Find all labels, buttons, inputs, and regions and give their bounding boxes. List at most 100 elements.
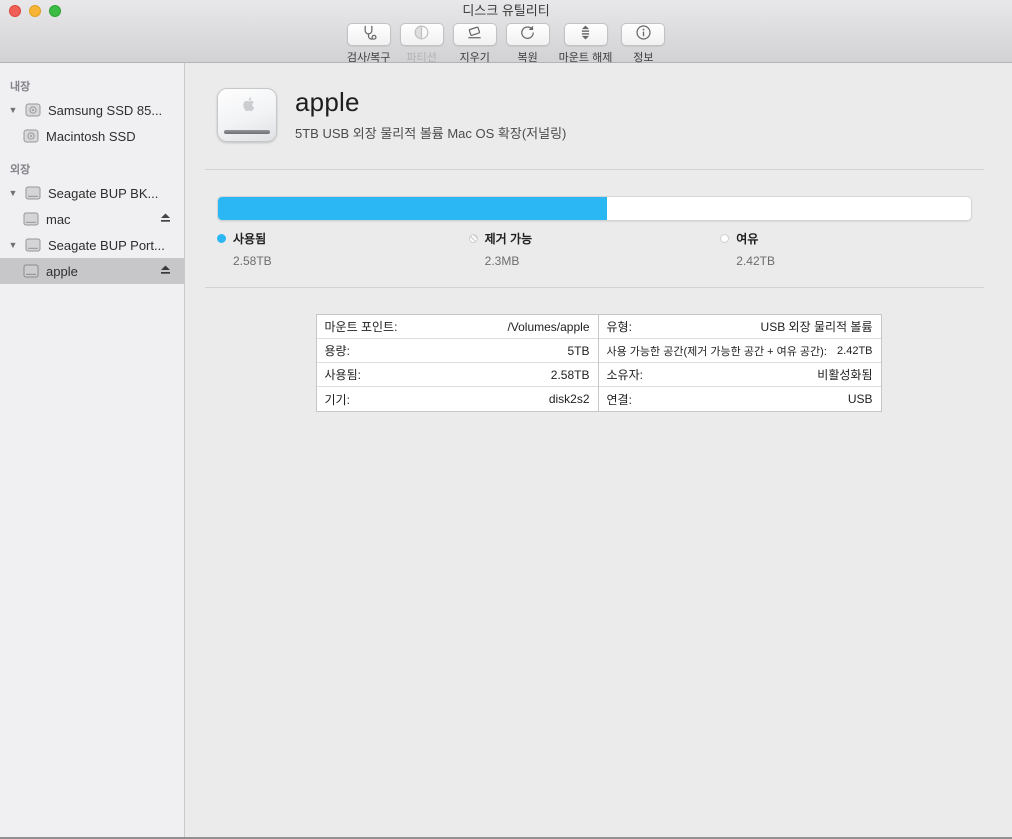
info-button[interactable] <box>621 23 665 46</box>
external-disk-icon <box>24 236 42 254</box>
info-row-connection: 연결: USB <box>599 387 881 411</box>
usage-bar-used-segment <box>218 197 607 220</box>
usage-bar <box>217 196 972 221</box>
usage-section: 사용됨 2.58TB 제거 가능 2.3MB <box>217 196 972 268</box>
legend-item-free: 여유 2.42TB <box>720 230 972 268</box>
restore-button[interactable] <box>506 23 550 46</box>
disclosure-triangle-icon[interactable]: ▼ <box>8 240 18 250</box>
info-label: 기기: <box>325 391 350 408</box>
info-label: 유형: <box>607 318 632 335</box>
apple-logo-icon <box>240 97 255 119</box>
external-disk-icon <box>22 210 40 228</box>
erase-button[interactable] <box>453 23 497 46</box>
zoom-button[interactable] <box>49 5 61 17</box>
sidebar-section-external: 외장 <box>0 157 184 180</box>
legend-label: 사용됨 <box>233 230 266 247</box>
sidebar-item-seagate-bup-bk[interactable]: ▼ Seagate BUP BK... <box>0 180 184 206</box>
titlebar[interactable]: 디스크 유틸리티 <box>0 0 1012 22</box>
sidebar-item-apple[interactable]: apple <box>0 258 184 284</box>
toolbar-item-unmount: 마운트 해제 <box>559 23 613 65</box>
toolbar-item-info: 정보 <box>621 23 665 65</box>
minimize-button[interactable] <box>29 5 41 17</box>
info-label: 사용 가능한 공간(제거 가능한 공간 + 여유 공간): <box>607 343 827 359</box>
first-aid-stethoscope-icon <box>359 23 378 47</box>
toolbar-item-first-aid: 검사/복구 <box>347 23 391 65</box>
first-aid-button[interactable] <box>347 23 391 46</box>
separator <box>205 287 984 288</box>
legend-value: 2.3MB <box>485 254 721 268</box>
info-icon <box>634 23 653 47</box>
close-button[interactable] <box>9 5 21 17</box>
window-title: 디스크 유틸리티 <box>0 0 1012 22</box>
toolbar: 검사/복구 파티션 지우기 <box>0 23 1012 65</box>
sidebar: 내장 ▼ Samsung SSD 85... Macintosh SSD 외장 … <box>0 63 185 837</box>
info-value: 2.42TB <box>837 345 872 357</box>
info-value: 2.58TB <box>551 368 590 382</box>
usage-legend: 사용됨 2.58TB 제거 가능 2.3MB <box>217 230 972 268</box>
info-value: 비활성화됨 <box>817 366 872 383</box>
volume-info-table: 마운트 포인트: /Volumes/apple 용량: 5TB 사용됨: 2.5… <box>316 314 882 412</box>
restore-arrow-icon <box>518 23 537 47</box>
external-disk-icon <box>22 262 40 280</box>
sidebar-item-samsung-ssd[interactable]: ▼ Samsung SSD 85... <box>0 97 184 123</box>
volume-title: apple <box>295 87 566 118</box>
legend-label: 제거 가능 <box>485 230 533 247</box>
toolbar-item-partition: 파티션 <box>400 23 444 65</box>
legend-value: 2.58TB <box>233 254 469 268</box>
window-chrome: 디스크 유틸리티 검사/복구 파티션 <box>0 0 1012 63</box>
sidebar-item-label: apple <box>46 264 78 279</box>
info-row-capacity: 용량: 5TB <box>317 339 598 363</box>
info-row-type: 유형: USB 외장 물리적 볼륨 <box>599 315 881 339</box>
info-value: 5TB <box>567 344 589 358</box>
main-content: apple 5TB USB 외장 물리적 볼륨 Mac OS 확장(저널링) 사… <box>185 63 1012 837</box>
info-label: 소유자: <box>607 366 643 383</box>
drive-slot <box>224 130 270 134</box>
external-drive-icon <box>217 88 277 142</box>
info-label: 마운트 포인트: <box>325 318 398 335</box>
volume-header: apple 5TB USB 외장 물리적 볼륨 Mac OS 확장(저널링) <box>217 87 1012 142</box>
info-value: USB <box>848 392 873 406</box>
disclosure-triangle-icon[interactable]: ▼ <box>8 105 18 115</box>
sidebar-section-internal: 내장 <box>0 74 184 97</box>
used-swatch-icon <box>217 234 226 243</box>
sidebar-item-label: Macintosh SSD <box>46 129 136 144</box>
info-row-used: 사용됨: 2.58TB <box>317 363 598 387</box>
partition-button[interactable] <box>400 23 444 46</box>
legend-item-purgeable: 제거 가능 2.3MB <box>469 230 721 268</box>
legend-item-used: 사용됨 2.58TB <box>217 230 469 268</box>
external-disk-icon <box>24 184 42 202</box>
eject-icon[interactable] <box>159 212 172 225</box>
internal-disk-icon <box>24 101 42 119</box>
disclosure-triangle-icon[interactable]: ▼ <box>8 188 18 198</box>
info-label: 사용됨: <box>325 366 361 383</box>
erase-icon <box>465 23 484 47</box>
legend-label: 여유 <box>736 230 758 247</box>
toolbar-item-restore: 복원 <box>506 23 550 65</box>
partition-pie-icon <box>412 23 431 47</box>
toolbar-item-erase: 지우기 <box>453 23 497 65</box>
sidebar-item-seagate-bup-port[interactable]: ▼ Seagate BUP Port... <box>0 232 184 258</box>
info-value: USB 외장 물리적 볼륨 <box>761 318 873 335</box>
unmount-button[interactable] <box>564 23 608 46</box>
info-label: 용량: <box>325 342 350 359</box>
disk-utility-window: 디스크 유틸리티 검사/복구 파티션 <box>0 0 1012 839</box>
eject-icon[interactable] <box>159 264 172 277</box>
sidebar-item-mac[interactable]: mac <box>0 206 184 232</box>
separator <box>205 169 984 170</box>
legend-value: 2.42TB <box>736 254 972 268</box>
sidebar-item-label: Samsung SSD 85... <box>48 103 162 118</box>
sidebar-item-label: Seagate BUP BK... <box>48 186 158 201</box>
info-value: disk2s2 <box>549 392 590 406</box>
sidebar-item-label: mac <box>46 212 71 227</box>
volume-subtitle: 5TB USB 외장 물리적 볼륨 Mac OS 확장(저널링) <box>295 123 566 142</box>
info-label: 연결: <box>607 391 632 408</box>
sidebar-item-label: Seagate BUP Port... <box>48 238 165 253</box>
info-value: /Volumes/apple <box>507 320 589 334</box>
info-row-mount-point: 마운트 포인트: /Volumes/apple <box>317 315 598 339</box>
traffic-lights <box>9 5 61 17</box>
unmount-eject-icon <box>576 23 595 47</box>
purgeable-swatch-icon <box>469 234 478 243</box>
sidebar-item-macintosh-ssd[interactable]: Macintosh SSD <box>0 123 184 149</box>
info-row-owner: 소유자: 비활성화됨 <box>599 363 881 387</box>
info-row-device: 기기: disk2s2 <box>317 387 598 411</box>
